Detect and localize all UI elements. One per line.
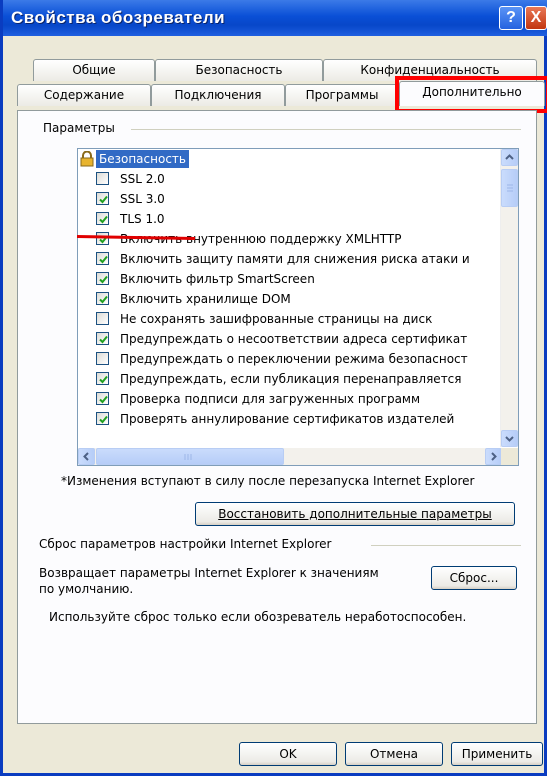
tab-general[interactable]: Общие xyxy=(33,59,155,81)
list-item-label: TLS 1.0 xyxy=(120,212,165,226)
chevron-left-icon xyxy=(83,452,89,461)
reset-button[interactable]: Сброс... xyxy=(431,566,517,590)
settings-list[interactable]: Безопасность SSL 2.0 SSL 3.0 TLS 1.0 Включи… xyxy=(77,148,519,466)
list-item[interactable]: Не сохранять зашифрованные страницы на д… xyxy=(78,309,498,329)
scroll-down-button[interactable] xyxy=(501,430,518,447)
list-item[interactable]: Проверка подписи для загруженных програм… xyxy=(78,389,498,409)
horizontal-scrollbar[interactable] xyxy=(78,448,502,465)
checkmark-icon xyxy=(99,195,108,204)
checkmark-icon xyxy=(99,295,108,304)
checkbox[interactable] xyxy=(96,172,109,185)
checkbox[interactable] xyxy=(96,332,109,345)
reset-warning: Используйте сброс только если обозревате… xyxy=(49,610,467,624)
reset-button-label: Сброс... xyxy=(449,571,499,585)
scroll-up-button[interactable] xyxy=(501,149,518,166)
checkbox[interactable] xyxy=(96,372,109,385)
params-divider xyxy=(131,129,521,130)
checkbox[interactable] xyxy=(96,412,109,425)
list-item-label: SSL 2.0 xyxy=(120,172,165,186)
list-item-label: Проверять аннулирование сертификатов изд… xyxy=(120,412,455,426)
params-group-label: Параметры xyxy=(43,121,115,135)
checkmark-icon xyxy=(99,275,108,284)
list-item-label: Предупреждать, если публикация перенапра… xyxy=(120,372,462,386)
tab-programs[interactable]: Программы xyxy=(285,84,399,106)
list-item[interactable]: Проверять аннулирование сертификатов изд… xyxy=(78,409,498,429)
scrollbar-corner xyxy=(501,448,518,465)
list-item[interactable]: Предупреждать, если публикация перенапра… xyxy=(78,369,498,389)
checkbox[interactable] xyxy=(96,212,109,225)
checkmark-icon xyxy=(99,215,108,224)
list-item-label: Не сохранять зашифрованные страницы на д… xyxy=(120,312,433,326)
reset-group-label: Сброс параметров настройки Internet Expl… xyxy=(39,537,332,551)
reset-divider xyxy=(371,545,521,546)
list-item-label: Предупреждать о несоответствии адреса се… xyxy=(120,332,468,346)
checkbox[interactable] xyxy=(96,192,109,205)
restore-advanced-button[interactable]: Восстановить дополнительные параметры xyxy=(195,502,515,526)
checkbox[interactable] xyxy=(96,392,109,405)
list-item[interactable]: Включить фильтр SmartScreen xyxy=(78,269,498,289)
list-item-label: Предупреждать о переключении режима безо… xyxy=(120,352,468,366)
lock-icon xyxy=(80,151,94,167)
horizontal-scroll-thumb[interactable] xyxy=(96,448,284,465)
apply-button[interactable]: Применить xyxy=(451,742,543,766)
chevron-up-icon xyxy=(505,154,514,160)
checkmark-icon xyxy=(99,395,108,404)
list-item[interactable]: Предупреждать о несоответствии адреса се… xyxy=(78,329,498,349)
list-item[interactable]: SSL 3.0 xyxy=(78,189,498,209)
title-bar[interactable]: Свойства обозреватели ? X xyxy=(3,0,547,36)
checkmark-icon xyxy=(99,415,108,424)
scroll-right-button[interactable] xyxy=(485,448,502,465)
list-item-label: SSL 3.0 xyxy=(120,192,165,206)
chevron-down-icon xyxy=(505,436,514,442)
ok-button[interactable]: OK xyxy=(239,742,337,766)
list-item[interactable]: TLS 1.0 xyxy=(78,209,498,229)
checkbox[interactable] xyxy=(96,312,109,325)
vertical-scrollbar[interactable] xyxy=(500,149,518,447)
restore-advanced-label: Восстановить дополнительные параметры xyxy=(218,507,492,521)
tab-security[interactable]: Безопасность xyxy=(155,59,323,81)
checkmark-icon xyxy=(99,255,108,264)
security-header-label: Безопасность xyxy=(96,150,189,168)
scroll-left-button[interactable] xyxy=(78,448,95,465)
list-item[interactable]: Предупреждать о переключении режима безо… xyxy=(78,349,498,369)
list-item[interactable]: Включить защиту памяти для снижения риск… xyxy=(78,249,498,269)
list-item-label: Включить хранилище DOM xyxy=(120,292,291,306)
close-button[interactable]: X xyxy=(525,6,547,30)
chevron-right-icon xyxy=(491,452,497,461)
reset-description-line2: по умолчанию. xyxy=(39,582,134,596)
list-item-label: Включить фильтр SmartScreen xyxy=(120,272,315,286)
tab-connections[interactable]: Подключения xyxy=(151,84,285,106)
cancel-button[interactable]: Отмена xyxy=(345,742,443,766)
list-item-label: Проверка подписи для загруженных програм… xyxy=(120,392,421,406)
checkbox[interactable] xyxy=(96,272,109,285)
checkmark-icon xyxy=(99,335,108,344)
window-title: Свойства обозреватели xyxy=(11,8,226,27)
checkmark-icon xyxy=(99,375,108,384)
reset-description-line1: Возвращает параметры Internet Explorer к… xyxy=(39,566,379,580)
tab-content[interactable]: Содержание xyxy=(17,84,151,106)
checkbox[interactable] xyxy=(96,352,109,365)
list-item[interactable]: SSL 2.0 xyxy=(78,169,498,189)
vertical-scroll-thumb[interactable] xyxy=(501,169,518,207)
checkbox[interactable] xyxy=(96,252,109,265)
help-button[interactable]: ? xyxy=(499,6,523,30)
advanced-tab-highlight xyxy=(395,76,547,113)
internet-options-dialog: Свойства обозреватели ? X Общие Безопасн… xyxy=(0,0,547,776)
list-item-security-header[interactable]: Безопасность xyxy=(78,149,498,169)
checkbox[interactable] xyxy=(96,292,109,305)
list-item[interactable]: Включить хранилище DOM xyxy=(78,289,498,309)
restart-note: *Изменения вступают в силу после перезап… xyxy=(61,474,475,488)
list-item-label: Включить защиту памяти для снижения риск… xyxy=(120,252,470,266)
